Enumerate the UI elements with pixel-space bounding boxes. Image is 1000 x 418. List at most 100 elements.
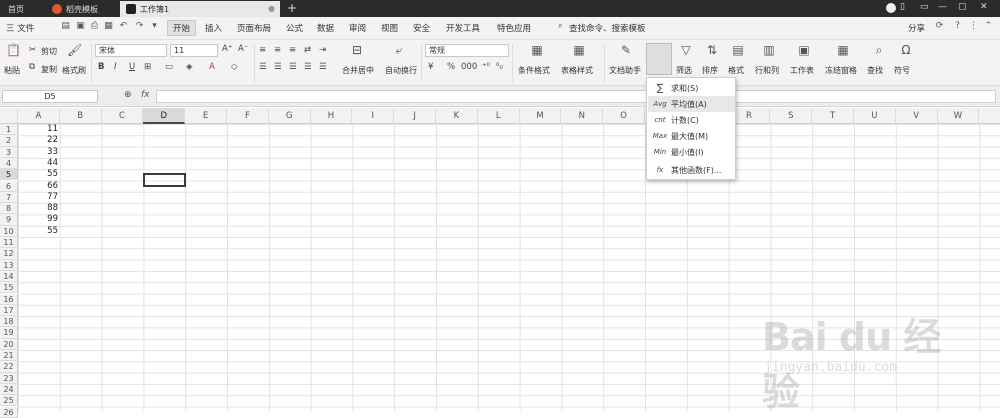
open-icon[interactable]: ▤	[60, 21, 71, 32]
menu-item-average[interactable]: Avg 平均值(A)	[648, 96, 735, 112]
close-tab-icon[interactable]: ●	[268, 4, 275, 13]
cell-a1[interactable]: 11	[18, 124, 58, 134]
cell-a2[interactable]: 22	[18, 135, 58, 145]
undo-icon[interactable]: ↶	[118, 21, 129, 32]
column-header-h[interactable]: H	[311, 108, 353, 124]
underline-icon[interactable]: U	[129, 62, 135, 73]
customize-icon[interactable]: ▾	[149, 21, 160, 32]
paste-icon[interactable]: 📋	[6, 43, 21, 57]
menu-home[interactable]: 开始	[167, 20, 197, 36]
close-window-icon[interactable]: ✕	[980, 2, 988, 12]
bold-icon[interactable]: B	[98, 62, 104, 73]
column-header-t[interactable]: T	[812, 108, 854, 124]
skin-icon[interactable]: ▭	[920, 2, 929, 12]
menu-item-max[interactable]: Max 最大值(M)	[648, 128, 735, 144]
row-header-24[interactable]: 24	[0, 383, 18, 396]
formula-input[interactable]	[156, 90, 996, 103]
row-header-22[interactable]: 22	[0, 361, 18, 373]
conditional-format-icon[interactable]: ▦	[530, 43, 544, 57]
font-name-select[interactable]: 宋体	[95, 44, 167, 57]
worksheet-icon[interactable]: ▣	[797, 43, 811, 57]
minimize-icon[interactable]: —	[938, 2, 947, 12]
number-format-select[interactable]: 常规	[425, 44, 509, 57]
redo-icon[interactable]: ↷	[134, 21, 145, 32]
fill-color-icon[interactable]: ◈	[186, 62, 193, 73]
cut-icon[interactable]: ✂	[29, 45, 36, 56]
freeze-panes-icon[interactable]: ▦	[836, 43, 850, 57]
row-header-17[interactable]: 17	[0, 304, 18, 317]
command-search[interactable]: 查找命令、搜索模板	[569, 22, 646, 34]
new-tab-button[interactable]: +	[284, 1, 300, 16]
column-header-u[interactable]: U	[854, 108, 896, 124]
column-header-c[interactable]: C	[102, 108, 144, 124]
format-painter-button[interactable]: 格式刷	[62, 65, 86, 76]
column-header-v[interactable]: V	[896, 108, 938, 124]
row-header-12[interactable]: 12	[0, 248, 18, 260]
column-header-b[interactable]: B	[60, 108, 102, 124]
menu-review[interactable]: 审阅	[349, 22, 366, 34]
symbol-icon[interactable]: Ω	[899, 43, 913, 57]
column-header-g[interactable]: G	[269, 108, 311, 124]
menu-insert[interactable]: 插入	[205, 22, 222, 34]
column-header-e[interactable]: E	[185, 108, 227, 124]
cell-a9[interactable]: 99	[18, 214, 58, 224]
menu-item-count[interactable]: cnt 计数(C)	[648, 112, 735, 128]
align-left-icon[interactable]: ☰	[259, 62, 267, 73]
column-header-d[interactable]: D	[143, 108, 186, 124]
row-header-20[interactable]: 20	[0, 338, 18, 350]
row-header-10[interactable]: 10	[0, 225, 18, 237]
cell-a8[interactable]: 88	[18, 203, 58, 213]
user-menu-icon[interactable]: ▯	[900, 2, 905, 12]
save-icon[interactable]: ▣	[75, 21, 86, 32]
fx-icon[interactable]: fx	[141, 90, 150, 100]
align-top-icon[interactable]: ≡	[259, 45, 266, 56]
row-header-21[interactable]: 21	[0, 350, 18, 362]
worksheet-button[interactable]: 工作表	[790, 65, 814, 76]
menu-page-layout[interactable]: 页面布局	[237, 22, 271, 34]
copy-icon[interactable]: ⧉	[29, 62, 35, 73]
row-header-11[interactable]: 11	[0, 237, 18, 249]
thousands-icon[interactable]: 000	[461, 62, 477, 73]
column-header-s[interactable]: S	[770, 108, 813, 124]
doc-assistant-button[interactable]: 文档助手	[609, 65, 641, 76]
tab-home[interactable]: 首页	[2, 1, 46, 17]
merge-center-icon[interactable]: ⊟	[350, 43, 364, 57]
cell-a4[interactable]: 44	[18, 158, 58, 168]
conditional-format-button[interactable]: 条件格式	[518, 65, 550, 76]
cell-a3[interactable]: 33	[18, 147, 58, 157]
cell-a10[interactable]: 55	[18, 226, 58, 236]
tab-docer-templates[interactable]: 稻壳模板	[46, 1, 120, 17]
align-center-icon[interactable]: ☰	[274, 62, 282, 73]
tab-workbook1[interactable]: 工作簿1 ●	[120, 1, 280, 17]
freeze-panes-button[interactable]: 冻结窗格	[825, 65, 857, 76]
column-header-w[interactable]: W	[938, 108, 980, 124]
menu-features[interactable]: 特色应用	[497, 22, 531, 34]
row-header-3[interactable]: 3	[0, 146, 18, 158]
preview-icon[interactable]: ▦	[103, 21, 114, 32]
row-header-9[interactable]: 9	[0, 214, 18, 226]
zoom-search-icon[interactable]: ⊕	[124, 90, 132, 100]
row-header-1[interactable]: 1	[0, 124, 18, 136]
menu-item-sum[interactable]: ∑ 求和(S)	[648, 80, 735, 96]
percent-icon[interactable]: %	[447, 62, 455, 73]
row-header-16[interactable]: 16	[0, 293, 18, 305]
row-header-4[interactable]: 4	[0, 157, 18, 170]
find-icon[interactable]: ⌕	[872, 43, 886, 57]
paste-button[interactable]: 粘贴	[4, 65, 20, 76]
row-header-5[interactable]: 5	[0, 169, 18, 181]
filter-button[interactable]: 筛选	[676, 65, 692, 76]
column-header-f[interactable]: F	[227, 108, 269, 124]
maximize-icon[interactable]: ▢	[958, 2, 967, 12]
select-all-corner[interactable]	[0, 108, 18, 124]
clear-icon[interactable]: ◇	[231, 62, 238, 73]
table-style-icon[interactable]: ▦	[572, 43, 586, 57]
share-button[interactable]: 分享	[908, 22, 925, 34]
wrap-text-button[interactable]: 自动换行	[385, 65, 417, 76]
filter-icon[interactable]: ▽	[679, 43, 693, 57]
sort-button[interactable]: 排序	[702, 65, 718, 76]
menu-security[interactable]: 安全	[413, 22, 430, 34]
column-header-i[interactable]: I	[352, 108, 395, 124]
row-header-26[interactable]: 26	[0, 406, 18, 418]
indent-icon[interactable]: ⇥	[319, 45, 326, 56]
menu-item-min[interactable]: Min 最小值(I)	[648, 144, 735, 160]
